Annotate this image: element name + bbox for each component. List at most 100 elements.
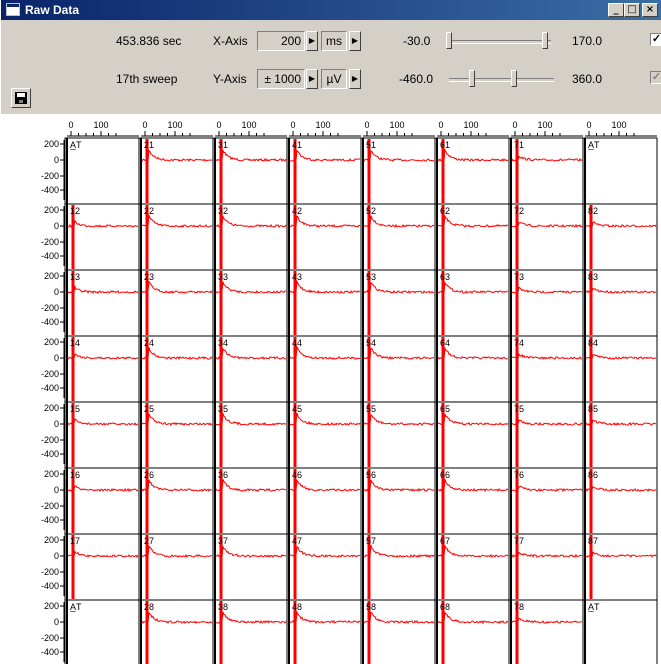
- x-range-max-handle[interactable]: [542, 32, 548, 49]
- channel-trace: [362, 347, 434, 360]
- channel-label: 71: [514, 140, 524, 150]
- reference-channel-label: A̲T: [70, 140, 82, 150]
- channel-label: 52: [366, 206, 376, 216]
- channel-trace: [436, 346, 509, 361]
- channel-label: 24: [144, 338, 154, 348]
- channel-trace: [436, 214, 509, 228]
- channel-trace: [436, 281, 509, 294]
- x-range-min: -30.0: [403, 34, 431, 48]
- y-tick-label: 200: [44, 271, 59, 281]
- x-axis-label: X-Axis: [213, 34, 248, 48]
- channel-trace: [584, 486, 657, 493]
- channel-label: 32: [218, 206, 228, 216]
- x-tick-label: 0: [290, 120, 295, 130]
- channel-trace: [436, 611, 509, 625]
- channel-label: 21: [144, 140, 154, 150]
- y-tick-label: 200: [44, 337, 59, 347]
- y-axis-value-spin[interactable]: ▶: [306, 69, 318, 89]
- x-tick-label: 0: [364, 120, 369, 130]
- y-tick-label: 0: [54, 551, 59, 561]
- y-tick-label: -200: [41, 435, 59, 445]
- channel-label: 16: [70, 470, 80, 480]
- channel-trace: [436, 413, 509, 426]
- window-icon: [6, 3, 20, 16]
- channel-label: 86: [588, 470, 598, 480]
- sweep-readout: 17th sweep: [116, 72, 178, 86]
- channel-label: 44: [292, 338, 302, 348]
- minimize-button[interactable]: _: [608, 3, 624, 17]
- y-axis-value-field[interactable]: ± 1000: [257, 69, 305, 89]
- save-button[interactable]: [11, 88, 31, 108]
- channel-label: 26: [144, 470, 154, 480]
- channel-trace: [288, 479, 361, 493]
- channel-trace: [288, 546, 361, 558]
- channel-trace: [140, 545, 213, 558]
- x-axis-value-spin[interactable]: ▶: [306, 31, 318, 51]
- channel-trace: [436, 545, 509, 558]
- x-range-min-handle[interactable]: [446, 32, 452, 49]
- x-axis-unit-spin[interactable]: ▶: [349, 31, 361, 51]
- x-tick-label: 100: [537, 120, 552, 130]
- channel-label: 84: [588, 338, 598, 348]
- channel-label: 31: [218, 140, 228, 150]
- channel-trace: [140, 149, 213, 162]
- channel-trace: [288, 413, 361, 427]
- y-tick-label: 200: [44, 601, 59, 611]
- channel-label: 46: [292, 470, 302, 480]
- channel-label: 33: [218, 272, 228, 282]
- channel-trace: [66, 285, 139, 294]
- x-range-slider[interactable]: [446, 31, 551, 51]
- y-axis-unit-spin[interactable]: ▶: [349, 69, 361, 89]
- channel-label: 83: [588, 272, 598, 282]
- y-tick-label: 0: [54, 353, 59, 363]
- channel-grid: 0 100 0 100 0 100 0 100 0 100 0 100 0 100 0 100 200 0 -200…: [1, 114, 661, 664]
- y-tick-label: -200: [41, 171, 59, 181]
- title-bar[interactable]: Raw Data _ □ ×: [1, 0, 661, 20]
- channel-label: 23: [144, 272, 154, 282]
- channel-label: 15: [70, 404, 80, 414]
- y-tick-label: -400: [41, 581, 59, 591]
- y-tick-label: -400: [41, 449, 59, 459]
- channel-label: 36: [218, 470, 228, 480]
- y-tick-label: 0: [54, 221, 59, 231]
- x-range-checkbox[interactable]: ✓: [650, 33, 661, 46]
- y-tick-label: -200: [41, 567, 59, 577]
- y-range-checkbox[interactable]: ✓: [650, 71, 661, 84]
- y-tick-label: 200: [44, 139, 59, 149]
- reference-channel-label: A̲T: [588, 602, 600, 612]
- y-range-min-handle[interactable]: [469, 70, 475, 87]
- channel-trace: [214, 214, 287, 229]
- channel-label: 13: [70, 272, 80, 282]
- channel-label: 74: [514, 338, 524, 348]
- maximize-button[interactable]: □: [624, 3, 640, 17]
- close-button[interactable]: ×: [642, 3, 658, 17]
- channel-label: 35: [218, 404, 228, 414]
- channel-label: 56: [366, 470, 376, 480]
- channel-label: 45: [292, 404, 302, 414]
- channel-label: 76: [514, 470, 524, 480]
- channel-trace: [214, 281, 287, 294]
- y-axis-unit-field[interactable]: µV: [321, 69, 347, 89]
- x-tick-label: 0: [216, 120, 221, 130]
- channel-label: 14: [70, 338, 80, 348]
- channel-label: 58: [366, 602, 376, 612]
- x-axis-unit-field[interactable]: ms: [321, 31, 347, 51]
- reference-channel-label: A̲T: [70, 602, 82, 612]
- channel-trace: [140, 412, 213, 427]
- channel-label: 41: [292, 140, 302, 150]
- y-axis-label: Y-Axis: [213, 72, 247, 86]
- channel-trace: [288, 344, 361, 360]
- y-range-slider[interactable]: [449, 69, 554, 89]
- channel-label: 43: [292, 272, 302, 282]
- channel-label: 85: [588, 404, 598, 414]
- x-tick-label: 100: [389, 120, 404, 130]
- y-tick-label: -200: [41, 501, 59, 511]
- channel-label: 75: [514, 404, 524, 414]
- channel-trace: [140, 280, 213, 294]
- channel-trace: [436, 477, 509, 493]
- channel-trace: [510, 551, 583, 558]
- channel-label: 66: [440, 470, 450, 480]
- y-range-max-handle[interactable]: [511, 70, 517, 87]
- x-axis-value-field[interactable]: 200: [257, 31, 305, 51]
- channel-label: 82: [588, 206, 598, 216]
